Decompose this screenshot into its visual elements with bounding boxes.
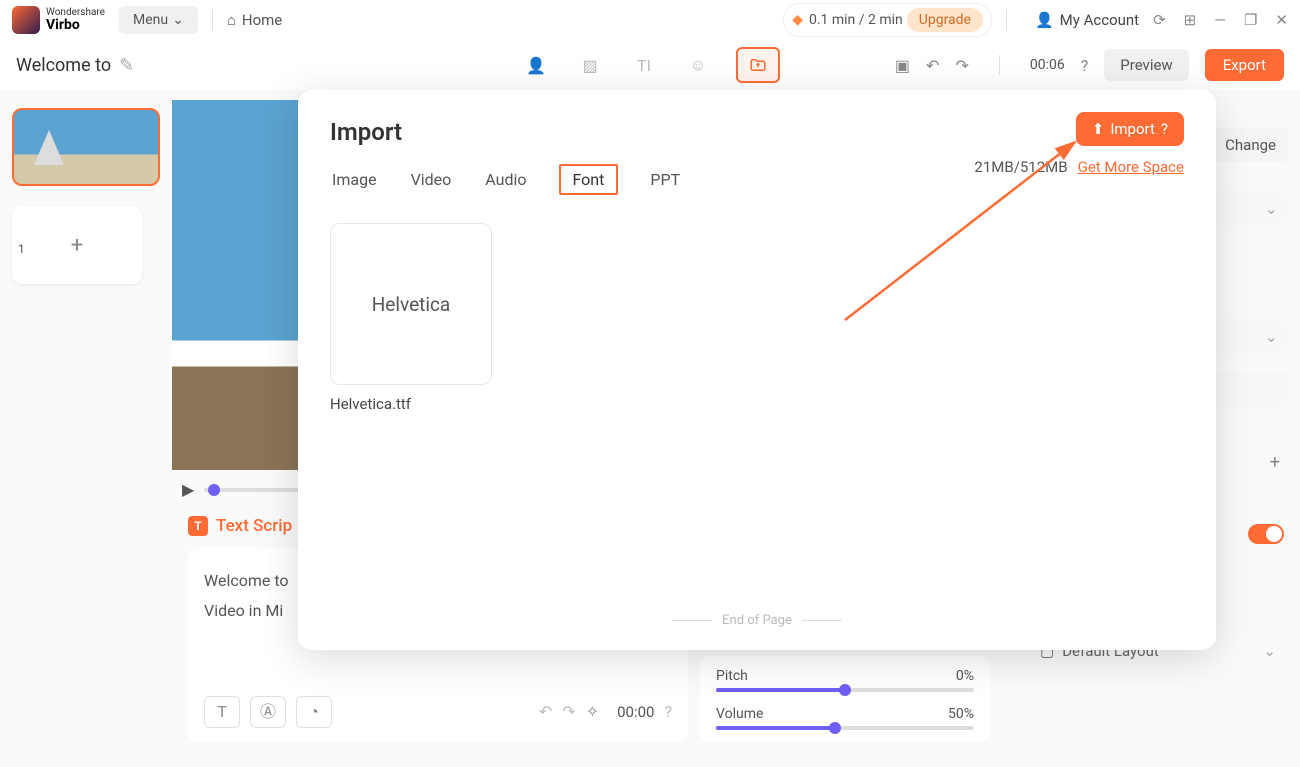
apps-icon[interactable]: ⊞ [1184,11,1197,29]
redo-icon[interactable]: ↷ [955,56,968,75]
export-button[interactable]: Export [1205,49,1284,81]
popup-title: Import [330,118,1184,146]
account-label: My Account [1060,11,1139,29]
home-icon: ⌂ [227,11,236,29]
volume-label: Volume [716,706,763,722]
storage-info: 21MB/512MB Get More Space [974,158,1184,176]
usage-pill: ◆ 0.1 min / 2 min Upgrade [783,3,992,37]
text-badge-icon: T [188,516,208,536]
minimize-icon[interactable]: — [1214,11,1226,29]
help-icon[interactable]: ? [1081,56,1089,75]
home-button[interactable]: ⌂ Home [227,11,282,29]
font-preview-text: Helvetica [372,293,451,316]
divider [999,55,1000,75]
maximize-icon[interactable]: ❐ [1244,11,1257,29]
logo-text: Wondershare Virbo [46,8,105,32]
add-property-button[interactable]: + [1270,452,1280,473]
center-tool-icons: 👤 ▨ TI ☺ [520,47,780,83]
upload-icon: ⬆ [1092,120,1105,138]
usage-text: 0.1 min / 2 min [809,12,903,28]
pitch-value: 0% [956,668,974,684]
tab-font[interactable]: Font [559,164,619,195]
tab-video[interactable]: Video [409,166,454,193]
text-tool-icon[interactable]: TI [628,49,660,81]
divider [1006,10,1007,30]
background-tool-icon[interactable]: ▨ [574,49,606,81]
tab-ppt[interactable]: PPT [648,166,682,193]
menu-button[interactable]: Menu ⌄ [119,6,198,34]
change-button[interactable]: Change [1213,128,1288,162]
home-label: Home [242,11,282,29]
scenes-sidebar: 1 + [0,100,172,292]
script-toolbar: T Ⓐ ◔ ↶ ↷ ✧ 00:00 ? [204,696,672,728]
add-scene-button[interactable]: + [12,206,142,284]
brand-bottom: Virbo [46,18,105,32]
pitch-label: Pitch [716,668,748,684]
redo-script-icon[interactable]: ↷ [562,697,575,727]
editor-toolbar: Welcome to ✎ 👤 ▨ TI ☺ ▣ ↶ ↷ 00:06 ? Prev… [0,40,1300,90]
end-text: End of Page [722,613,792,628]
script-time: 00:00 [617,698,654,727]
font-card-helvetica[interactable]: Helvetica [330,223,492,385]
time-display: 00:06 [1030,57,1065,73]
user-icon: 👤 [1035,11,1054,29]
menu-label: Menu [133,12,168,28]
preview-button[interactable]: Preview [1104,49,1188,81]
refresh-icon[interactable]: ⟳ [1153,11,1166,29]
project-title: Welcome to [16,55,111,76]
logo-icon [12,6,40,34]
timer-button[interactable]: ◔ [296,696,332,728]
audio-panel: Pitch 0% Volume 50% [700,656,990,742]
storage-text: 21MB/512MB [974,158,1067,176]
import-help-icon: ? [1161,120,1168,138]
edit-title-icon[interactable]: ✎ [119,55,134,76]
save-icon[interactable]: ▣ [895,56,910,75]
close-icon[interactable]: ✕ [1275,11,1288,29]
import-btn-label: Import [1110,120,1155,138]
project-title-area: Welcome to ✎ [16,55,134,76]
font-filename: Helvetica.ttf [330,395,1184,413]
undo-icon[interactable]: ↶ [926,56,939,75]
tab-audio[interactable]: Audio [483,166,528,193]
tab-image[interactable]: Image [330,166,379,193]
window-titlebar: Wondershare Virbo Menu ⌄ ⌂ Home ◆ 0.1 mi… [0,0,1300,40]
volume-value: 50% [948,706,974,722]
script-heading: Text Scrip [216,516,292,536]
window-controls: ⟳ ⊞ — ❐ ✕ [1153,11,1288,29]
text-style-button[interactable]: T [204,696,240,728]
script-help-icon[interactable]: ? [664,697,672,727]
volume-slider[interactable] [716,726,974,730]
avatar-tool-icon[interactable]: 👤 [520,49,552,81]
font-grid: Helvetica Helvetica.ttf [330,223,1184,413]
pitch-slider[interactable] [716,688,974,692]
undo-script-icon[interactable]: ↶ [539,697,552,727]
toggle-switch[interactable] [1248,524,1284,544]
progress-handle[interactable] [208,484,220,496]
import-tool-icon[interactable] [736,47,780,83]
import-button[interactable]: ⬆ Import ? [1076,112,1184,146]
scene-number: 1 [18,242,25,256]
upgrade-button[interactable]: Upgrade [907,8,983,32]
right-actions: ▣ ↶ ↷ 00:06 ? Preview Export [895,49,1284,81]
diamond-icon: ◆ [792,12,803,28]
play-icon[interactable]: ▶ [182,480,194,499]
chevron-down-icon: ⌄ [1263,642,1276,660]
app-logo: Wondershare Virbo [12,6,105,34]
chevron-down-icon: ⌄ [172,12,184,28]
brush-icon[interactable]: ✧ [586,697,599,727]
end-of-page-label: End of Page [298,613,1216,628]
import-popup: Import ⬆ Import ? Image Video Audio Font… [298,90,1216,650]
scene-thumbnail-1[interactable] [12,108,160,186]
get-more-space-link[interactable]: Get More Space [1078,158,1184,176]
my-account-button[interactable]: 👤 My Account [1035,11,1139,29]
ai-button[interactable]: Ⓐ [250,696,286,728]
sticker-tool-icon[interactable]: ☺ [682,49,714,81]
divider [212,10,213,30]
